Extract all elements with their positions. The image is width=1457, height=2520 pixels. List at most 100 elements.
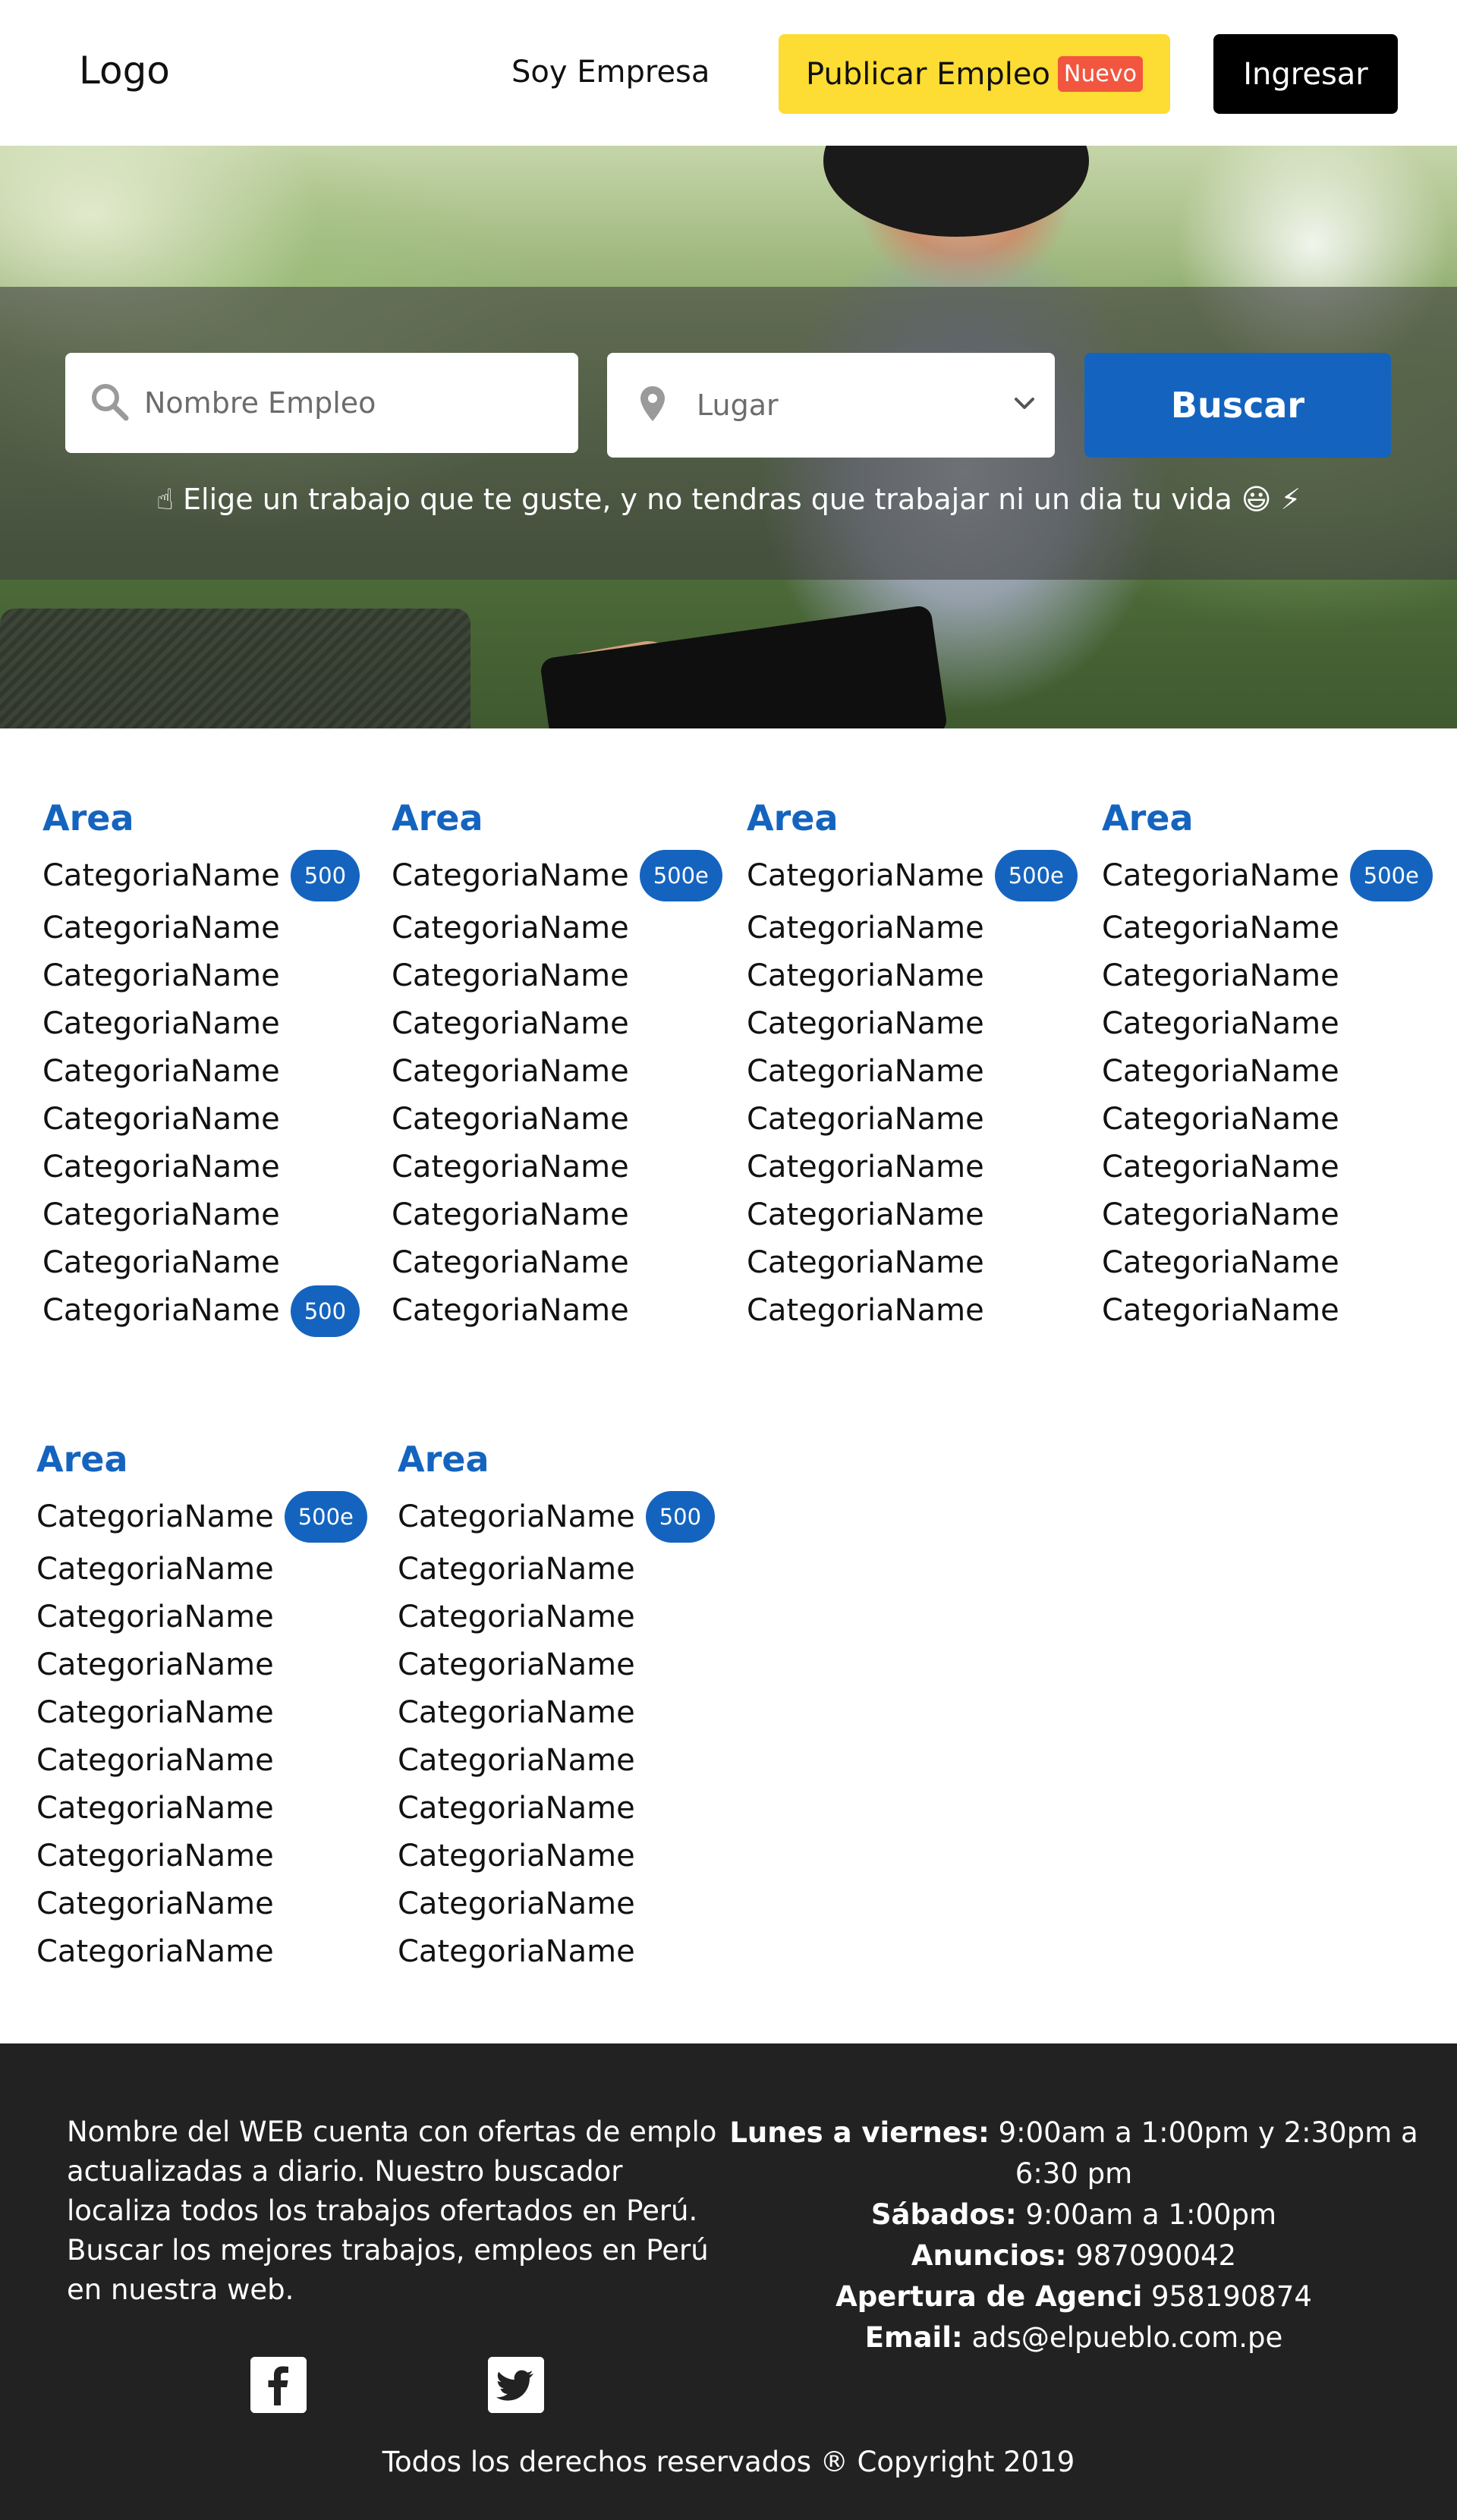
- category-link[interactable]: CategoriaName: [1102, 904, 1433, 952]
- category-link[interactable]: CategoriaName: [1102, 952, 1433, 1000]
- category-link[interactable]: CategoriaName: [42, 1144, 360, 1191]
- category-link[interactable]: CategoriaName: [42, 952, 360, 1000]
- category-link[interactable]: CategoriaName: [36, 1880, 367, 1928]
- category-link[interactable]: CategoriaName: [1102, 1144, 1433, 1191]
- category-link[interactable]: CategoriaName: [42, 1191, 360, 1239]
- category-link[interactable]: CategoriaName: [36, 1833, 367, 1880]
- category-link[interactable]: CategoriaName: [1102, 1287, 1433, 1335]
- category-link[interactable]: CategoriaName: [747, 1144, 1078, 1191]
- category-link[interactable]: CategoriaName: [398, 1546, 715, 1593]
- category-link[interactable]: CategoriaName: [36, 1737, 367, 1785]
- category-link[interactable]: CategoriaName 500e: [36, 1488, 367, 1546]
- logo[interactable]: Logo: [79, 49, 170, 93]
- email-value[interactable]: ads@elpueblo.com.pe: [972, 2321, 1283, 2354]
- category-link[interactable]: CategoriaName 500: [398, 1488, 716, 1546]
- twitter-icon[interactable]: [488, 2357, 544, 2413]
- category-name: CategoriaName: [42, 1102, 280, 1137]
- category-link[interactable]: CategoriaName: [747, 1239, 1078, 1287]
- location-select[interactable]: Lugar: [607, 353, 1055, 458]
- category-link[interactable]: CategoriaName: [42, 1239, 360, 1287]
- tagline-text: Elige un trabajo que te guste, y no tend…: [183, 483, 1232, 516]
- category-name: CategoriaName: [398, 1886, 635, 1921]
- site-footer: Nombre del WEB cuenta con ofertas de emp…: [0, 2043, 1457, 2520]
- category-list: CategoriaName 500e CategoriaName CategoriaN…: [747, 847, 1078, 1335]
- category-link[interactable]: CategoriaName 500e: [392, 847, 722, 904]
- category-link[interactable]: CategoriaName: [747, 1191, 1078, 1239]
- category-link[interactable]: CategoriaName: [747, 1048, 1078, 1096]
- category-name: CategoriaName: [36, 1934, 274, 1969]
- category-name: CategoriaName: [398, 1647, 635, 1682]
- category-link[interactable]: CategoriaName: [398, 1641, 715, 1689]
- category-name: CategoriaName: [1102, 911, 1339, 945]
- category-link[interactable]: CategoriaName: [392, 1191, 722, 1239]
- category-link[interactable]: CategoriaName: [1102, 1191, 1433, 1239]
- category-link[interactable]: CategoriaName: [398, 1833, 715, 1880]
- category-link[interactable]: CategoriaName: [42, 904, 360, 952]
- category-link[interactable]: CategoriaName: [36, 1928, 367, 1976]
- smile-lightning-icon: 😃 ⚡: [1241, 483, 1301, 516]
- category-link[interactable]: CategoriaName: [1102, 1096, 1433, 1144]
- category-link[interactable]: CategoriaName: [392, 904, 722, 952]
- job-name-placeholder: Nombre Empleo: [144, 386, 376, 420]
- area-title[interactable]: Area: [392, 789, 722, 847]
- category-name: CategoriaName: [36, 1791, 274, 1826]
- category-link[interactable]: CategoriaName: [392, 1000, 722, 1048]
- category-link[interactable]: CategoriaName: [747, 1096, 1078, 1144]
- area-title[interactable]: Area: [398, 1430, 715, 1488]
- category-link[interactable]: CategoriaName: [398, 1928, 715, 1976]
- category-name: CategoriaName: [747, 1197, 984, 1232]
- soy-empresa-link[interactable]: Soy Empresa: [511, 55, 710, 90]
- pointing-up-icon: ☝: [156, 483, 174, 516]
- category-link[interactable]: CategoriaName: [398, 1880, 715, 1928]
- category-link[interactable]: CategoriaName: [392, 1048, 722, 1096]
- category-link[interactable]: CategoriaName: [398, 1593, 715, 1641]
- category-link[interactable]: CategoriaName: [36, 1785, 367, 1833]
- category-name: CategoriaName: [36, 1552, 274, 1587]
- category-name: CategoriaName: [42, 1006, 280, 1041]
- category-link[interactable]: CategoriaName: [392, 1096, 722, 1144]
- category-name: CategoriaName: [747, 1102, 984, 1137]
- nuevo-badge: Nuevo: [1057, 56, 1143, 92]
- ingresar-button[interactable]: Ingresar: [1213, 34, 1398, 114]
- category-link[interactable]: CategoriaName 500: [42, 847, 360, 904]
- category-link[interactable]: CategoriaName: [1102, 1239, 1433, 1287]
- category-link[interactable]: CategoriaName: [747, 904, 1078, 952]
- category-link[interactable]: CategoriaName: [42, 1096, 360, 1144]
- area-title[interactable]: Area: [1102, 789, 1433, 847]
- category-link[interactable]: CategoriaName: [36, 1593, 367, 1641]
- category-link[interactable]: CategoriaName: [36, 1546, 367, 1593]
- category-link[interactable]: CategoriaName: [747, 952, 1078, 1000]
- category-link[interactable]: CategoriaName: [392, 1239, 722, 1287]
- category-link[interactable]: CategoriaName: [392, 1144, 722, 1191]
- category-name: CategoriaName: [398, 1743, 635, 1778]
- publicar-empleo-button[interactable]: Publicar Empleo Nuevo: [779, 34, 1170, 114]
- category-link[interactable]: CategoriaName: [42, 1048, 360, 1096]
- category-name: CategoriaName: [747, 1293, 984, 1328]
- category-link[interactable]: CategoriaName 500e: [1102, 847, 1433, 904]
- category-name: CategoriaName: [36, 1743, 274, 1778]
- category-link[interactable]: CategoriaName: [398, 1737, 715, 1785]
- category-link[interactable]: CategoriaName 500: [42, 1285, 360, 1337]
- category-link[interactable]: CategoriaName: [747, 1000, 1078, 1048]
- category-link[interactable]: CategoriaName: [36, 1641, 367, 1689]
- category-link[interactable]: CategoriaName: [398, 1785, 715, 1833]
- category-link[interactable]: CategoriaName: [747, 1287, 1078, 1335]
- category-link[interactable]: CategoriaName: [398, 1689, 715, 1737]
- category-link[interactable]: CategoriaName: [42, 1000, 360, 1048]
- category-link[interactable]: CategoriaName: [392, 952, 722, 1000]
- category-link[interactable]: CategoriaName 500e: [747, 847, 1078, 904]
- area-title[interactable]: Area: [747, 789, 1078, 847]
- category-link[interactable]: CategoriaName: [36, 1689, 367, 1737]
- category-link[interactable]: CategoriaName: [1102, 1000, 1433, 1048]
- category-link[interactable]: CategoriaName: [1102, 1048, 1433, 1096]
- area-title[interactable]: Area: [42, 789, 360, 847]
- buscar-button[interactable]: Buscar: [1084, 353, 1391, 458]
- area-title[interactable]: Area: [36, 1430, 367, 1488]
- category-link[interactable]: CategoriaName: [392, 1287, 722, 1335]
- facebook-icon[interactable]: [250, 2357, 307, 2413]
- job-name-input[interactable]: Nombre Empleo: [65, 353, 578, 453]
- category-area: Area CategoriaName 500 CategoriaName Categor…: [42, 789, 360, 1337]
- category-area: Area CategoriaName 500e CategoriaName Catego…: [747, 789, 1078, 1335]
- category-name: CategoriaName: [398, 1552, 635, 1587]
- search-icon: [90, 382, 129, 424]
